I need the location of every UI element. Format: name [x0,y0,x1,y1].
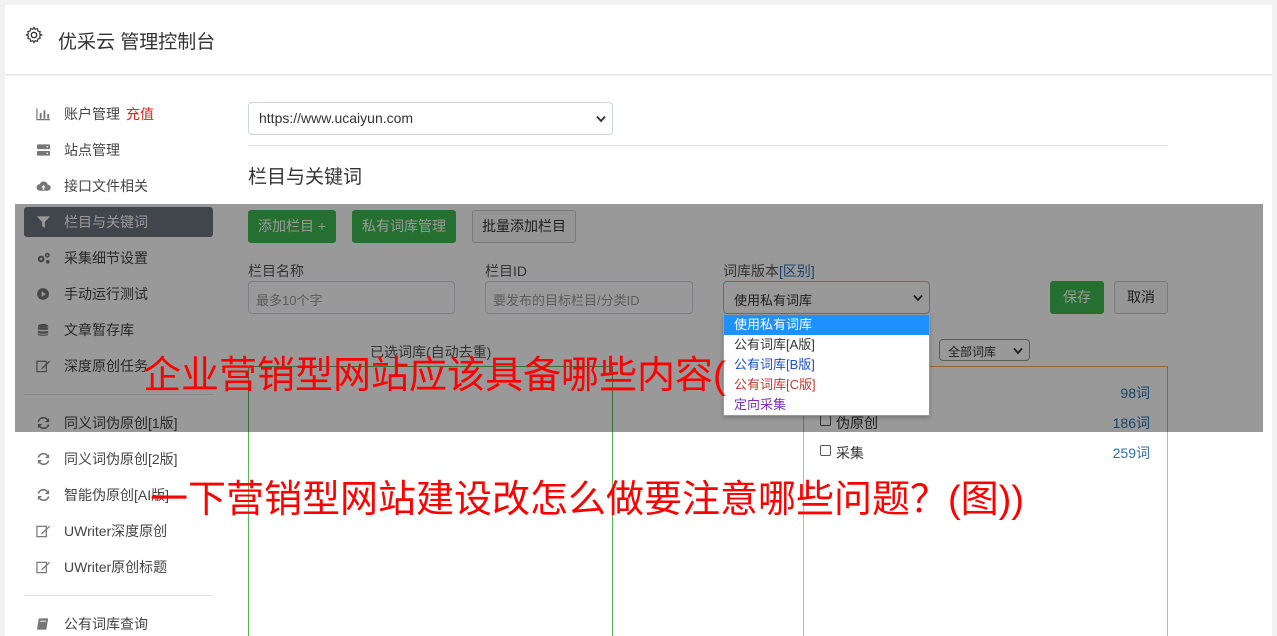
sidebar-item-label: UWriter深度原创 [64,523,168,539]
edit-icon [36,525,51,538]
lib-version-label-text: 词库版本 [723,263,779,279]
sidebar-item-sites[interactable]: 站点管理 [24,132,213,168]
sidebar-item-synonym-v1[interactable]: 同义词伪原创[1版] [24,405,213,441]
sidebar-item-label: 同义词伪原创[1版] [64,415,178,431]
sidebar-item-label: 栏目与关键词 [64,214,148,230]
sidebar-item-public-lib[interactable]: 公有词库查询 [24,606,213,636]
private-lib-button[interactable]: 私有词库管理 [352,210,456,243]
sidebar-item-collect-settings[interactable]: 采集细节设置 [24,240,213,276]
sidebar-item-label: 深度原创任务 [64,358,148,374]
bar-chart-icon [36,108,51,121]
top-header: 优采云 管理控制台 [5,5,1272,75]
lib-version-select[interactable]: 使用私有词库 [723,281,930,314]
batch-add-button[interactable]: 批量添加栏目 [472,210,576,243]
divider [248,145,1168,146]
lib-version-label: 词库版本[区别] [723,261,815,281]
lib-version-value: 使用私有词库 [734,293,813,308]
column-name-label: 栏目名称 [248,263,304,279]
lib-version-diff-link[interactable]: [区别] [779,263,815,279]
refresh-icon [37,488,50,502]
database-icon [37,323,49,336]
lib-item-count: 259词 [1112,445,1150,461]
refresh-icon [37,416,50,430]
sidebar-item-label: 公有词库查询 [64,616,148,632]
dropdown-option[interactable]: 公有词库[B版] [724,355,929,375]
edit-icon [36,561,51,574]
lib-filter-value: 全部词库 [948,345,997,359]
cancel-button[interactable]: 取消 [1114,281,1168,314]
sidebar-item-label: 手动运行测试 [64,286,148,302]
save-button[interactable]: 保存 [1050,281,1104,314]
site-select[interactable]: https://www.ucaiyun.com [248,102,613,135]
sidebar-item-label: 站点管理 [64,142,120,158]
sidebar-item-label: UWriter原创标题 [64,559,168,575]
refresh-icon [37,452,50,466]
sidebar-item-label: 接口文件相关 [64,178,148,194]
lib-version-dropdown: 使用私有词库 公有词库[A版] 公有词库[B版] 公有词库[C版] 定向采集 [723,314,930,416]
lib-list-item[interactable]: 采集 259词 [804,437,1168,467]
sidebar-item-article-store[interactable]: 文章暂存库 [24,312,213,348]
chevron-down-icon [596,115,606,123]
lib-checkbox[interactable] [820,415,831,426]
sidebar-item-label: 文章暂存库 [64,322,134,338]
column-id-label: 栏目ID [485,263,527,279]
lib-checkbox[interactable] [820,445,831,456]
sidebar-item-columns-keywords[interactable]: 栏目与关键词 [24,207,213,237]
sidebar-item-manual-run[interactable]: 手动运行测试 [24,276,213,312]
edit-icon [36,360,51,373]
column-name-input[interactable]: 最多10个字 [248,281,455,314]
sidebar-item-label: 同义词伪原创[2版] [64,451,178,467]
watermark-line-2: 一下营销型网站建设改怎么做要注意哪些问题？(图)) [150,479,1024,521]
cloud-upload-icon [36,181,51,191]
lib-item-name: 采集 [836,445,864,461]
chevron-down-icon [1013,347,1023,355]
chevron-down-icon [913,294,923,302]
sidebar-item-label: 采集细节设置 [64,250,148,266]
play-circle-icon [37,288,49,300]
sidebar-divider [24,595,213,596]
sidebar-item-label: 账户管理 [64,106,120,122]
app-title: 优采云 管理控制台 [58,32,216,53]
lib-item-name: 伪原创 [836,415,878,431]
sidebar-item-uwriter-title[interactable]: UWriter原创标题 [24,549,213,585]
site-select-value: https://www.ucaiyun.com [259,110,414,126]
sidebar-item-interface[interactable]: 接口文件相关 [24,168,213,204]
lib-item-count: 186词 [1112,415,1150,431]
watermark-line-1: 企业营销型网站应该具备哪些内容( [143,355,726,397]
lib-item-count: 98词 [1120,385,1150,401]
sidebar-item-account[interactable]: 账户管理 充值 [24,96,213,132]
add-column-button[interactable]: 添加栏目 + [248,210,337,243]
gears-icon [37,252,50,264]
dropdown-option[interactable]: 定向采集 [724,395,929,415]
recharge-link[interactable]: 充值 [126,106,154,122]
filter-icon [36,216,51,228]
column-id-input[interactable]: 要发布的目标栏目/分类ID [485,281,693,314]
section-title: 栏目与关键词 [248,167,363,188]
dropdown-option[interactable]: 公有词库[A版] [724,335,929,355]
lib-filter-select[interactable]: 全部词库 [939,339,1030,361]
dropdown-option[interactable]: 公有词库[C版] [724,375,929,395]
dropdown-option[interactable]: 使用私有词库 [724,315,929,335]
book-icon [36,618,49,630]
gear-icon [25,26,43,44]
server-icon [36,144,51,156]
